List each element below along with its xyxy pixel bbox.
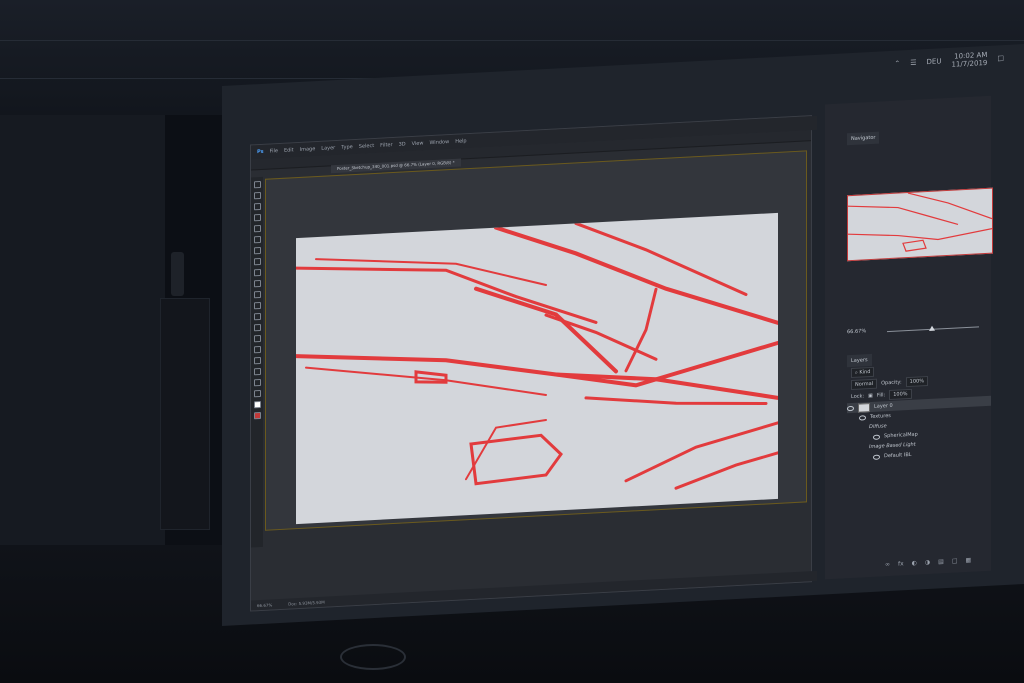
- layer-name: Default IBL: [884, 451, 912, 460]
- layer-name: SphericalMap: [884, 431, 918, 440]
- visibility-eye-icon[interactable]: [873, 454, 880, 460]
- floor-drain: [340, 644, 406, 670]
- menu-filter[interactable]: Filter: [380, 142, 392, 149]
- photoshop-window: Ps File Edit Image Layer Type Select Fil…: [250, 115, 817, 612]
- right-panel-dock: Navigator 66.67% Layers ⌕ Kind Normal Op…: [825, 95, 993, 580]
- lasso-tool-icon[interactable]: [253, 202, 261, 211]
- link-layers-icon[interactable]: ∞: [885, 561, 890, 568]
- marquee-tool-icon[interactable]: [253, 191, 261, 200]
- menu-file[interactable]: File: [270, 148, 278, 154]
- opacity-input[interactable]: 100%: [905, 376, 928, 388]
- sketch-canvas[interactable]: [296, 212, 778, 525]
- gradient-tool-icon[interactable]: [253, 301, 261, 310]
- lock-label: Lock:: [851, 393, 865, 401]
- menu-view[interactable]: View: [412, 140, 424, 147]
- status-doc-size: Doc: 5.93M/5.93M: [288, 599, 325, 607]
- zoom-tool-icon[interactable]: [253, 389, 261, 398]
- fill-input[interactable]: 100%: [889, 388, 912, 401]
- mask-icon[interactable]: ◐: [912, 560, 917, 567]
- layer-name: Textures: [870, 412, 891, 421]
- status-zoom[interactable]: 66.67%: [257, 602, 272, 608]
- tools-panel: [251, 176, 263, 548]
- quick-select-tool-icon[interactable]: [253, 213, 261, 222]
- navigator-preview[interactable]: [847, 187, 993, 262]
- navigator-sketch-thumbnail: [847, 192, 993, 252]
- eyedropper-tool-icon[interactable]: [253, 235, 261, 244]
- menu-edit[interactable]: Edit: [284, 147, 294, 154]
- history-brush-tool-icon[interactable]: [253, 279, 261, 288]
- healing-tool-icon[interactable]: [253, 246, 261, 255]
- folder-icon[interactable]: ▤: [938, 558, 944, 565]
- menu-select[interactable]: Select: [359, 143, 374, 150]
- layers-panel: Layers ⌕ Kind Normal Opacity: 100% Lock:…: [847, 340, 991, 578]
- menu-help[interactable]: Help: [455, 138, 466, 145]
- navigator-zoom-value[interactable]: 66.67%: [847, 328, 866, 335]
- menu-type[interactable]: Type: [341, 144, 352, 151]
- move-tool-icon[interactable]: [253, 180, 261, 189]
- visibility-eye-icon[interactable]: [859, 414, 866, 421]
- kind-filter-label: Kind: [859, 369, 871, 376]
- path-select-tool-icon[interactable]: [253, 356, 261, 365]
- menu-window[interactable]: Window: [429, 139, 449, 146]
- projection-screen: ⌃ ☰ DEU 10:02 AM 11/7/2019 □ Ps File Edi…: [222, 43, 1024, 627]
- crop-tool-icon[interactable]: [253, 224, 261, 233]
- foreground-color-swatch[interactable]: [253, 400, 261, 409]
- menu-3d[interactable]: 3D: [399, 141, 406, 147]
- dodge-tool-icon[interactable]: [253, 323, 261, 332]
- fill-label: Fill:: [876, 392, 886, 399]
- visibility-eye-icon[interactable]: [873, 434, 880, 440]
- windows-taskbar-tray: ⌃ ☰ DEU 10:02 AM 11/7/2019 □: [894, 49, 1004, 73]
- hand-tool-icon[interactable]: [253, 378, 261, 387]
- pen-tool-icon[interactable]: [253, 334, 261, 343]
- eraser-tool-icon[interactable]: [253, 290, 261, 299]
- clock-date: 11/7/2019: [951, 58, 988, 69]
- fx-icon[interactable]: fx: [898, 560, 904, 567]
- network-icon[interactable]: ☰: [910, 59, 916, 67]
- tab-layers[interactable]: Layers: [847, 353, 872, 368]
- layer-thumbnail: [858, 402, 870, 413]
- wall-door: [160, 298, 210, 530]
- lock-icon[interactable]: ▣: [868, 393, 873, 399]
- zoom-slider-handle[interactable]: [929, 325, 935, 331]
- brush-tool-icon[interactable]: [253, 257, 261, 266]
- layer-name: Image Based Light: [869, 441, 916, 451]
- stamp-tool-icon[interactable]: [253, 268, 261, 277]
- blend-mode-select[interactable]: Normal: [851, 378, 878, 391]
- room-wall: [0, 115, 165, 545]
- trash-icon[interactable]: ▦: [966, 557, 972, 564]
- red-sketch-strokes: [296, 221, 778, 490]
- menu-image[interactable]: Image: [300, 146, 316, 153]
- background-color-swatch[interactable]: [253, 411, 261, 420]
- adjustment-icon[interactable]: ◑: [925, 559, 930, 566]
- layer-name: Layer 0: [874, 402, 893, 410]
- layer-name: Diffuse: [869, 423, 887, 431]
- app-logo-icon[interactable]: Ps: [257, 149, 264, 155]
- type-tool-icon[interactable]: [253, 345, 261, 354]
- tab-navigator[interactable]: Navigator: [847, 131, 880, 146]
- menu-layer[interactable]: Layer: [321, 145, 335, 152]
- kind-filter-select[interactable]: ⌕ Kind: [851, 366, 875, 379]
- chevron-up-icon[interactable]: ⌃: [894, 59, 900, 67]
- wall-speaker: [171, 252, 184, 296]
- notification-icon[interactable]: □: [997, 54, 1004, 62]
- navigator-zoom-slider[interactable]: [887, 325, 979, 333]
- ceiling-panel-line: [0, 40, 1024, 41]
- visibility-eye-icon[interactable]: [847, 405, 854, 411]
- opacity-label: Opacity:: [881, 379, 902, 387]
- language-indicator[interactable]: DEU: [927, 57, 942, 66]
- new-layer-icon[interactable]: □: [952, 557, 958, 564]
- shape-tool-icon[interactable]: [253, 367, 261, 376]
- clock[interactable]: 10:02 AM 11/7/2019: [951, 51, 987, 69]
- canvas-area[interactable]: [265, 150, 807, 531]
- blur-tool-icon[interactable]: [253, 312, 261, 321]
